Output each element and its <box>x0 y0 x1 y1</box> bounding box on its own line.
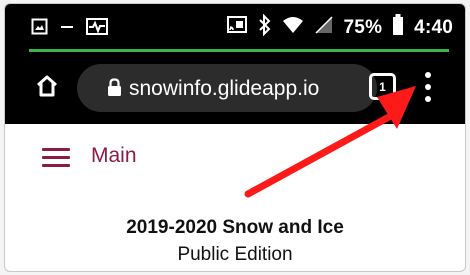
activity-icon <box>86 18 108 40</box>
browser-toolbar: snowinfo.glideapp.io 1 <box>5 52 465 124</box>
signal-icon <box>314 15 334 40</box>
status-bar: 75% 4:40 <box>5 4 465 52</box>
battery-percent: 75% <box>343 16 383 38</box>
page-heading: 2019-2020 Snow and Ice <box>126 217 344 238</box>
status-right-icons: 75% 4:40 <box>226 13 453 41</box>
app-header: Main <box>5 124 465 194</box>
bluetooth-icon <box>258 13 272 41</box>
hamburger-menu-icon[interactable] <box>42 148 70 168</box>
wifi-icon <box>282 15 304 40</box>
tab-switcher-button[interactable]: 1 <box>369 73 396 100</box>
more-options-menu-icon[interactable] <box>422 70 434 104</box>
clock: 4:40 <box>414 16 453 38</box>
address-bar[interactable]: snowinfo.glideapp.io <box>77 64 377 112</box>
url-text[interactable]: snowinfo.glideapp.io <box>129 77 319 101</box>
home-icon[interactable] <box>35 74 59 103</box>
cast-icon <box>226 15 248 40</box>
phone-screenshot: 75% 4:40 snowinfo.glideapp.io 1 Main 201… <box>4 3 466 272</box>
gallery-icon <box>31 18 48 40</box>
page-subheading: Public Edition <box>177 244 293 265</box>
page-title: Main <box>91 144 137 167</box>
minus-icon <box>60 18 74 40</box>
status-left-icons <box>31 18 108 40</box>
lock-icon <box>107 78 122 102</box>
battery-icon <box>392 14 404 41</box>
